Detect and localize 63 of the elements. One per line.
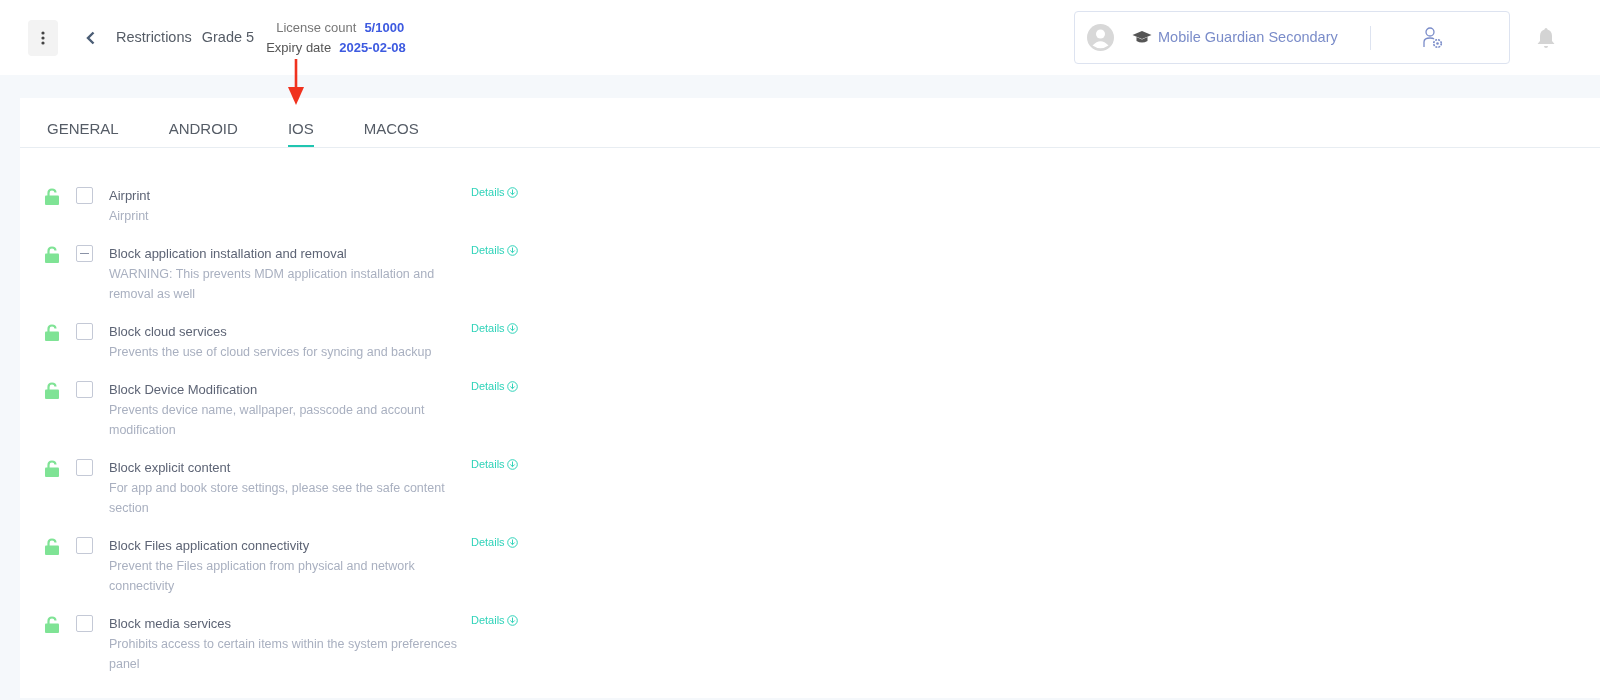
expiry-date-label: Expiry date xyxy=(266,38,332,57)
restriction-description: Prevents the use of cloud services for syncing and backup xyxy=(109,344,433,361)
avatar-icon[interactable] xyxy=(1087,24,1114,51)
graduation-cap-icon xyxy=(1132,30,1152,45)
restriction-title: Block Device Modification xyxy=(109,381,259,399)
restriction-description: Prevent the Files application from physical and network connectivity xyxy=(109,558,416,595)
download-circle-icon xyxy=(506,322,518,334)
checkbox[interactable] xyxy=(76,245,93,262)
details-link[interactable]: Details xyxy=(471,534,518,551)
platform-tab[interactable]: ANDROID xyxy=(168,107,238,147)
menu-button[interactable] xyxy=(28,19,58,56)
unlocked-padlock-icon[interactable] xyxy=(45,188,59,205)
unlocked-padlock-icon[interactable] xyxy=(45,324,59,341)
download-circle-icon xyxy=(506,536,518,548)
bell-icon xyxy=(1537,26,1555,49)
license-count-value: 5/1000 xyxy=(364,18,405,37)
school-name[interactable]: Mobile Guardian Secondary xyxy=(1158,26,1338,49)
details-link[interactable]: Details xyxy=(471,378,518,395)
breadcrumb-link[interactable]: Restrictions xyxy=(116,26,192,49)
restriction-title: Block Files application connectivity xyxy=(109,537,311,555)
license-count-label: License count xyxy=(276,18,357,37)
notifications-button[interactable] xyxy=(1536,25,1556,50)
details-link[interactable]: Details xyxy=(471,184,518,201)
restriction-title: Airprint xyxy=(109,187,152,205)
checkbox[interactable] xyxy=(76,537,93,554)
restriction-title: Block explicit content xyxy=(109,459,232,477)
download-circle-icon xyxy=(506,244,518,256)
platform-tab[interactable]: IOS xyxy=(287,107,314,147)
details-link[interactable]: Details xyxy=(471,242,518,259)
unlocked-padlock-icon[interactable] xyxy=(45,538,59,555)
restriction-title: Block application installation and removal xyxy=(109,245,348,263)
chevron-left-icon xyxy=(85,30,95,45)
breadcrumb-current: Grade 5 xyxy=(201,27,255,47)
restriction-title: Block media services xyxy=(109,615,233,633)
restriction-description: WARNING: This prevents MDM application installation and removal as well xyxy=(109,266,436,303)
unlocked-padlock-icon[interactable] xyxy=(45,460,59,477)
restriction-description: Prevents device name, wallpaper, passcode and account modification xyxy=(109,402,426,439)
restriction-description: For app and book store settings, please see the safe content section xyxy=(109,480,446,517)
checkbox[interactable] xyxy=(76,381,93,398)
kebab-menu-icon xyxy=(41,30,45,45)
unlocked-padlock-icon[interactable] xyxy=(45,246,59,263)
checkbox[interactable] xyxy=(76,323,93,340)
details-link[interactable]: Details xyxy=(471,320,518,337)
restriction-description: Airprint xyxy=(109,208,150,225)
details-link[interactable]: Details xyxy=(471,456,518,473)
download-circle-icon xyxy=(506,380,518,392)
restriction-description: Prohibits access to certain items within the system preferences panel xyxy=(109,636,459,673)
download-circle-icon xyxy=(506,458,518,470)
unlocked-padlock-icon[interactable] xyxy=(45,382,59,399)
expiry-date-value: 2025-02-08 xyxy=(339,38,406,57)
checkbox[interactable] xyxy=(76,615,93,632)
platform-tab[interactable]: GENERAL xyxy=(47,107,119,147)
user-gear-icon xyxy=(1422,26,1443,49)
restriction-title: Block cloud services xyxy=(109,323,228,341)
annotation-arrow xyxy=(287,59,305,105)
download-circle-icon xyxy=(506,614,518,626)
details-link[interactable]: Details xyxy=(471,612,518,629)
checkbox[interactable] xyxy=(76,187,93,204)
checkbox[interactable] xyxy=(76,459,93,476)
platform-tab[interactable]: MACOS xyxy=(363,107,419,147)
download-circle-icon xyxy=(506,186,518,198)
unlocked-padlock-icon[interactable] xyxy=(45,616,59,633)
user-settings-button[interactable] xyxy=(1420,24,1445,51)
